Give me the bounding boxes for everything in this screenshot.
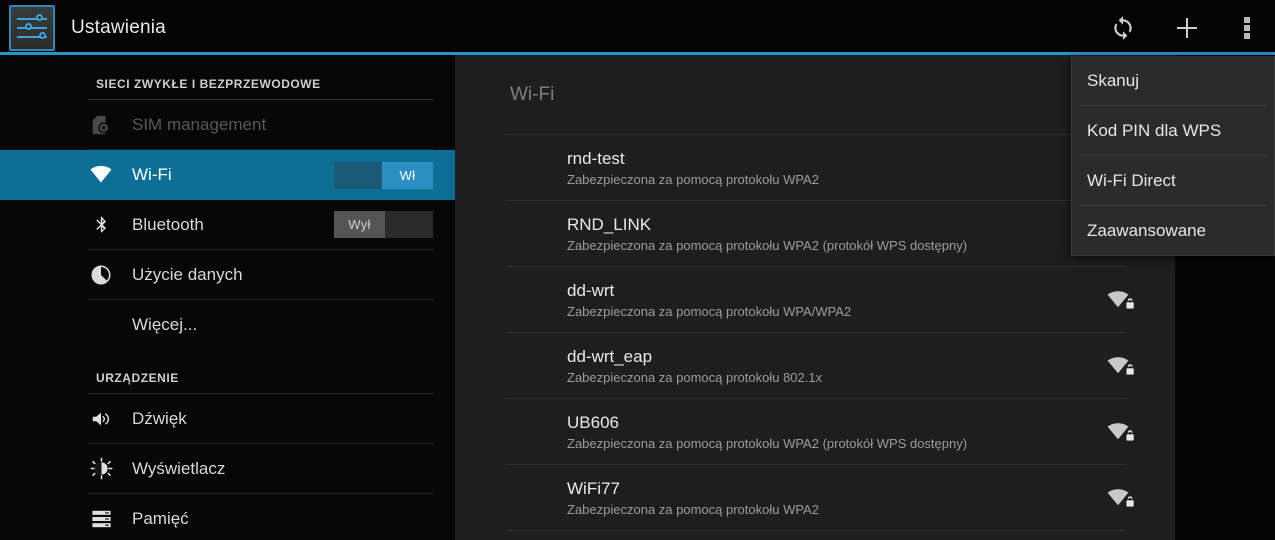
sidebar-item-storage[interactable]: Pamięć (0, 494, 455, 540)
sidebar-item-label: SIM management (132, 114, 267, 134)
sidebar-item-label: Pamięć (132, 508, 189, 528)
sidebar-item-label: Wi-Fi (132, 165, 172, 184)
switch-thumb-label: Wł (382, 161, 433, 189)
display-brightness-icon (88, 456, 114, 482)
sim-card-icon (88, 112, 114, 138)
switch-thumb-label: Wył (334, 211, 385, 238)
sidebar-item-label: Dźwięk (132, 408, 187, 428)
page-title: Ustawienia (71, 16, 166, 38)
wifi-network-ssid: RND_LINK (567, 214, 652, 234)
overflow-menu-icon (1244, 16, 1250, 39)
wifi-signal-lock-icon (1107, 486, 1136, 510)
wifi-network-security: Zabezpieczona za pomocą protokołu WPA2 (567, 171, 819, 187)
sidebar-item-sound[interactable]: Dźwięk (0, 394, 455, 443)
content-title: Wi-Fi (510, 83, 555, 105)
action-bar: Ustawienia (0, 0, 1275, 55)
overflow-menu-button[interactable] (1219, 0, 1275, 55)
wifi-network-security: Zabezpieczona za pomocą protokołu WPA2 (… (567, 435, 968, 451)
wifi-network-row[interactable]: dd-wrt Zabezpieczona za pomocą protokołu… (455, 267, 1175, 332)
data-usage-pie-icon (88, 262, 114, 288)
wifi-network-row[interactable]: WiFi77 Zabezpieczona za pomocą protokołu… (455, 465, 1175, 530)
sidebar-item-label: Wyświetlacz (132, 458, 226, 478)
sync-refresh-icon (1114, 15, 1132, 40)
sidebar-section-header-device: URZĄDZENIE (96, 371, 179, 385)
wifi-network-security: Zabezpieczona za pomocą protokołu WPA2 (567, 501, 819, 517)
wifi-network-row[interactable]: RND_LINK Zabezpieczona za pomocą protoko… (455, 201, 1175, 266)
wifi-toggle-switch[interactable]: Wł (334, 161, 433, 189)
wifi-network-ssid: dd-wrt (567, 280, 615, 300)
add-button[interactable] (1155, 0, 1219, 55)
sidebar-item-label: Użycie danych (132, 264, 243, 284)
action-bar-buttons (1091, 0, 1275, 55)
wifi-network-row[interactable]: UB606 Zabezpieczona za pomocą protokołu … (455, 399, 1175, 464)
wifi-signal-lock-icon (1107, 288, 1136, 312)
wifi-network-ssid: UB606 (567, 412, 619, 432)
bluetooth-icon (88, 212, 114, 238)
wifi-network-security: Zabezpieczona za pomocą protokołu 802.1x (567, 369, 823, 385)
sidebar-item-display[interactable]: Wyświetlacz (0, 444, 455, 493)
divider (507, 530, 1125, 531)
sidebar-item-sim-management[interactable]: SIM management (0, 100, 455, 149)
wifi-network-security: Zabezpieczona za pomocą protokołu WPA/WP… (567, 303, 852, 319)
wifi-network-row[interactable]: rnd-test Zabezpieczona za pomocą protoko… (455, 135, 1175, 200)
settings-sliders-icon (9, 4, 55, 51)
settings-sidebar: SIECI ZWYKŁE I BEZPRZEWODOWE SIM managem… (0, 55, 455, 540)
sidebar-section-header-wireless: SIECI ZWYKŁE I BEZPRZEWODOWE (96, 77, 321, 91)
sync-refresh-button[interactable] (1091, 0, 1155, 55)
wifi-content-panel: Wi-Fi rnd-test Zabezpieczona za pomocą p… (455, 55, 1175, 540)
menu-item-wifi-direct[interactable]: Wi-Fi Direct (1072, 156, 1274, 205)
menu-item-advanced[interactable]: Zaawansowane (1072, 206, 1274, 255)
menu-item-wps-pin[interactable]: Kod PIN dla WPS (1072, 106, 1274, 155)
wifi-network-ssid: rnd-test (567, 148, 625, 168)
wifi-signal-lock-icon (1107, 420, 1136, 444)
wifi-network-security: Zabezpieczona za pomocą protokołu WPA2 (… (567, 237, 968, 253)
sidebar-item-label: Bluetooth (132, 214, 204, 234)
sound-speaker-icon (88, 406, 114, 432)
wifi-icon (88, 162, 114, 188)
wifi-network-ssid: dd-wrt_eap (567, 346, 653, 366)
sidebar-item-bluetooth[interactable]: Bluetooth Wył (0, 200, 455, 249)
menu-item-scan[interactable]: Skanuj (1072, 56, 1274, 105)
sidebar-item-more[interactable]: Więcej... (0, 300, 455, 349)
overflow-menu-popup: Skanuj Kod PIN dla WPS Wi-Fi Direct Zaaw… (1071, 56, 1275, 256)
sidebar-item-label: Więcej... (132, 314, 198, 334)
bluetooth-toggle-switch[interactable]: Wył (334, 211, 433, 238)
wifi-signal-lock-icon (1107, 354, 1136, 378)
storage-icon (88, 506, 114, 532)
sidebar-item-data-usage[interactable]: Użycie danych (0, 250, 455, 299)
add-icon (1177, 17, 1197, 38)
wifi-network-ssid: WiFi77 (567, 478, 620, 498)
wifi-network-row[interactable]: dd-wrt_eap Zabezpieczona za pomocą proto… (455, 333, 1175, 398)
settings-window: Ustawienia SIECI ZWYKŁE I BEZPRZEWODOWE … (0, 0, 1275, 540)
sidebar-item-wifi[interactable]: Wi-Fi Wł (0, 150, 455, 200)
